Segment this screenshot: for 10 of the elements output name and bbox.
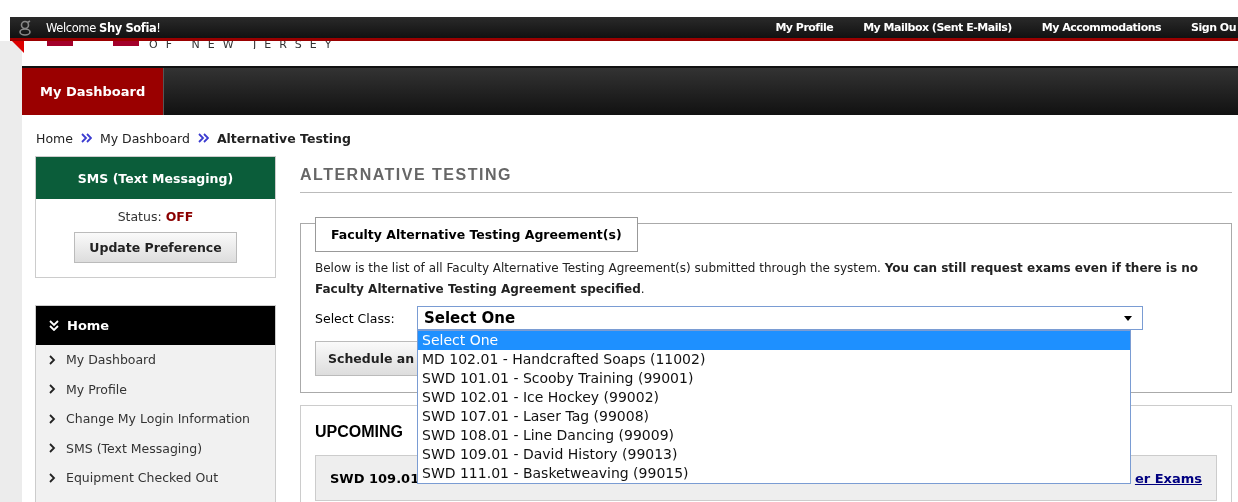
menu-title: Home <box>67 318 110 333</box>
exam-title: SWD 109.01 <box>330 470 420 486</box>
panel-header: SMS (Text Messaging) <box>36 157 275 199</box>
panel-legend: Faculty Alternative Testing Agreement(s) <box>315 217 638 252</box>
field-label: Select Class: <box>315 310 396 326</box>
page-title: ALTERNATIVE TESTING <box>300 156 1232 193</box>
welcome-text: Welcome Shy Sofia! <box>46 20 161 35</box>
section-title: UPCOMING <box>315 423 403 441</box>
status-text: Status: OFF <box>117 209 194 224</box>
description-text: Below is the list of all Faculty Alternative Testing Agreement(s) submitted through the system. You can still request exams even if there is no Faculty Alternative Testing Agreement specified. <box>315 260 1199 298</box>
